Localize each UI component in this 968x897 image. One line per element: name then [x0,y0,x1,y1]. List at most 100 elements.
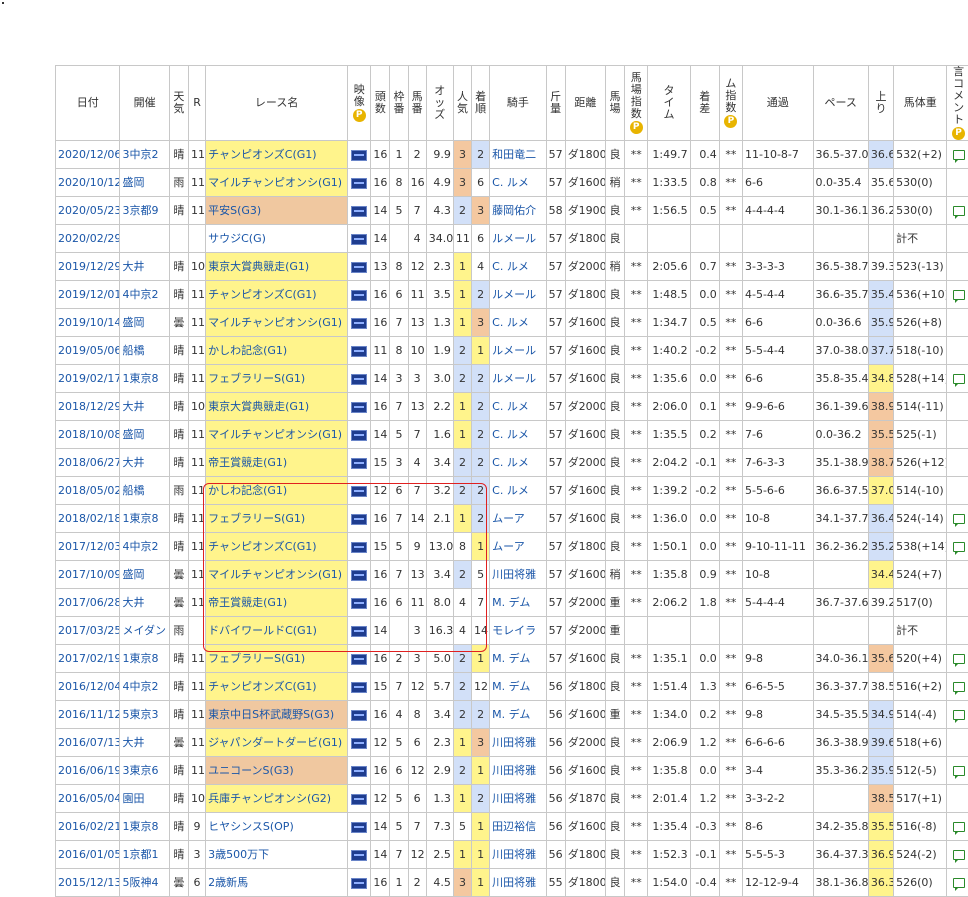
cell-date[interactable]: 2018/06/27 [56,449,120,477]
race-link[interactable]: チャンピオンズC(G1) [208,148,316,161]
cell-jockey[interactable]: 川田将雅 [490,785,546,813]
cell-venue[interactable]: 3京都9 [120,197,169,225]
cell-video[interactable] [348,449,371,477]
race-link[interactable]: サウジC(G) [208,232,266,245]
cell-venue[interactable]: 4中京2 [120,673,169,701]
cell-date[interactable]: 2017/10/09 [56,561,120,589]
cell-video[interactable] [348,337,371,365]
cell-venue[interactable]: 3東京6 [120,757,169,785]
cell-venue[interactable]: 盛岡 [120,561,169,589]
cell-date[interactable]: 2017/06/28 [56,589,120,617]
cell-jockey[interactable]: ルメール [490,225,546,253]
header-weight-carried[interactable]: 斤量 [546,66,565,141]
video-icon[interactable] [351,458,367,469]
cell-race-name[interactable]: マイルチャンピオンシ(G1) [206,561,348,589]
cell-comment[interactable] [947,785,968,813]
video-icon[interactable] [351,878,367,889]
race-link[interactable]: 平安S(G3) [208,204,261,217]
cell-video[interactable] [348,645,371,673]
cell-venue[interactable] [120,225,169,253]
cell-race-name[interactable]: フェブラリーS(G1) [206,365,348,393]
race-link[interactable]: かしわ記念(G1) [208,484,287,497]
cell-race-name[interactable]: 兵庫チャンピオンシ(G2) [206,785,348,813]
race-link[interactable]: ヒヤシンスS(OP) [208,820,294,833]
cell-video[interactable] [348,841,371,869]
cell-date[interactable]: 2017/03/25 [56,617,120,645]
cell-venue[interactable]: 盛岡 [120,309,169,337]
cell-date[interactable]: 2019/12/29 [56,253,120,281]
header-weather[interactable]: 天気 [169,66,188,141]
cell-race-name[interactable]: マイルチャンピオンシ(G1) [206,309,348,337]
cell-date[interactable]: 2016/05/04 [56,785,120,813]
cell-video[interactable] [348,253,371,281]
comment-bubble-icon[interactable] [953,654,965,664]
video-icon[interactable] [351,514,367,525]
cell-venue[interactable]: 1京都1 [120,841,169,869]
cell-video[interactable] [348,673,371,701]
video-icon[interactable] [351,822,367,833]
cell-venue[interactable]: 大井 [120,449,169,477]
comment-bubble-icon[interactable] [953,710,965,720]
cell-jockey[interactable]: ルメール [490,281,546,309]
cell-date[interactable]: 2019/12/01 [56,281,120,309]
header-race-name[interactable]: レース名 [206,66,348,141]
cell-jockey[interactable]: 川田将雅 [490,561,546,589]
cell-jockey[interactable]: C. ルメ [490,393,546,421]
video-icon[interactable] [351,402,367,413]
video-icon[interactable] [351,374,367,385]
video-icon[interactable] [351,654,367,665]
cell-race-name[interactable]: チャンピオンズC(G1) [206,281,348,309]
cell-venue[interactable]: 4中京2 [120,281,169,309]
cell-jockey[interactable]: ルメール [490,365,546,393]
cell-video[interactable] [348,281,371,309]
cell-jockey[interactable]: モレイラ [490,617,546,645]
cell-race-name[interactable]: 帝王賞競走(G1) [206,449,348,477]
cell-video[interactable] [348,477,371,505]
race-link[interactable]: ジャパンダートダービ(G1) [208,736,342,749]
cell-video[interactable] [348,393,371,421]
cell-jockey[interactable]: ルメール [490,337,546,365]
header-gate[interactable]: 枠番 [390,66,408,141]
cell-jockey[interactable]: ムーア [490,533,546,561]
cell-venue[interactable]: 1東京8 [120,365,169,393]
cell-comment[interactable] [947,281,968,309]
cell-jockey[interactable]: 田辺裕信 [490,813,546,841]
race-link[interactable]: フェブラリーS(G1) [208,512,305,525]
comment-bubble-icon[interactable] [953,682,965,692]
cell-video[interactable] [348,757,371,785]
comment-bubble-icon[interactable] [953,290,965,300]
race-link[interactable]: 3歳500万下 [208,848,269,861]
cell-race-name[interactable]: かしわ記念(G1) [206,337,348,365]
cell-race-name[interactable]: マイルチャンピオンシ(G1) [206,421,348,449]
cell-date[interactable]: 2017/12/03 [56,533,120,561]
cell-race-name[interactable]: 平安S(G3) [206,197,348,225]
video-icon[interactable] [351,850,367,861]
cell-video[interactable] [348,869,371,897]
cell-comment[interactable] [947,533,968,561]
header-venue[interactable]: 開催 [120,66,169,141]
cell-comment[interactable] [947,197,968,225]
video-icon[interactable] [351,710,367,721]
video-icon[interactable] [351,290,367,301]
cell-date[interactable]: 2015/12/13 [56,869,120,897]
header-video[interactable]: 映像P [348,66,371,141]
cell-comment[interactable] [947,757,968,785]
cell-venue[interactable]: 1東京8 [120,505,169,533]
header-round[interactable]: R [188,66,205,141]
header-passing[interactable]: 通過 [742,66,813,141]
cell-jockey[interactable]: 川田将雅 [490,729,546,757]
cell-race-name[interactable]: ヒヤシンスS(OP) [206,813,348,841]
cell-video[interactable] [348,785,371,813]
cell-comment[interactable] [947,393,968,421]
header-horse-no[interactable]: 馬番 [408,66,426,141]
cell-venue[interactable]: 1東京8 [120,813,169,841]
cell-comment[interactable] [947,505,968,533]
cell-comment[interactable] [947,617,968,645]
header-odds[interactable]: オッズ [426,66,453,141]
race-link[interactable]: チャンピオンズC(G1) [208,680,316,693]
cell-venue[interactable]: 盛岡 [120,421,169,449]
cell-comment[interactable] [947,645,968,673]
cell-venue[interactable]: 大井 [120,393,169,421]
cell-date[interactable]: 2019/10/14 [56,309,120,337]
cell-jockey[interactable]: C. ルメ [490,169,546,197]
